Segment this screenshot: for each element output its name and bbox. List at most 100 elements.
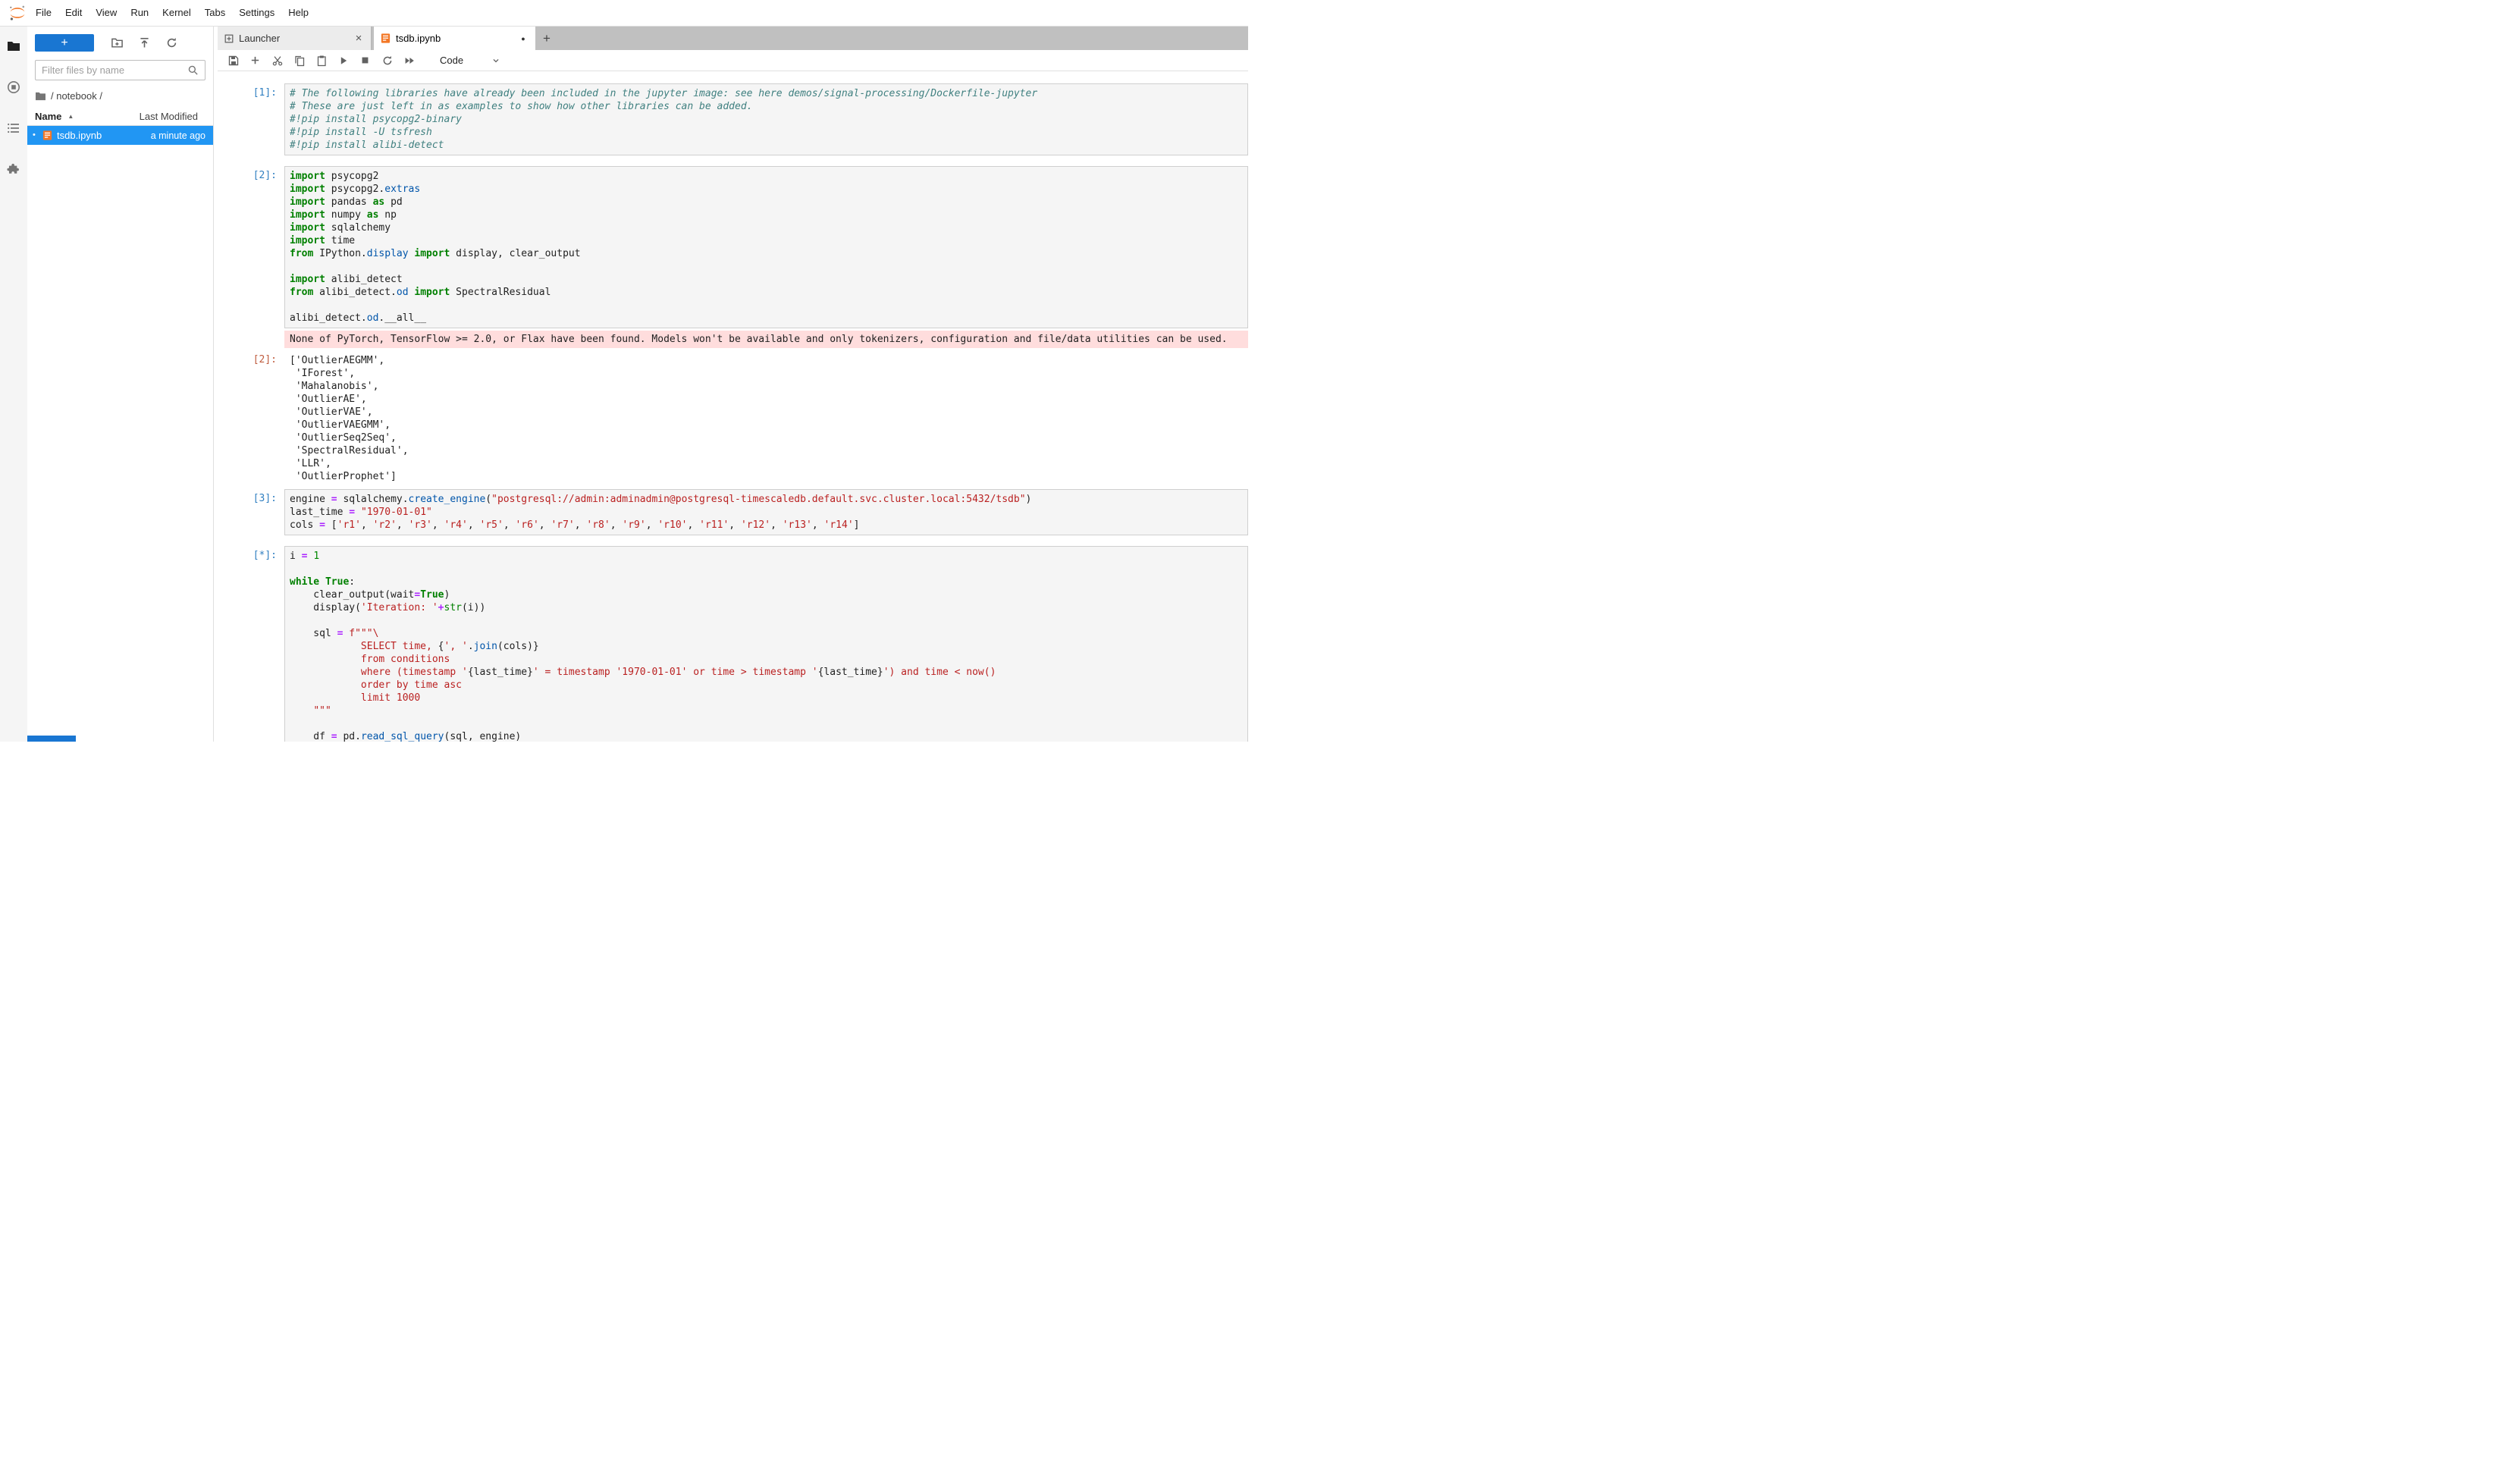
code-line: # These are just left in as examples to … <box>290 100 1243 113</box>
activity-bar <box>0 27 27 742</box>
output-line: 'OutlierVAE', <box>290 406 1244 419</box>
paste-cells-button[interactable] <box>310 51 332 71</box>
code-line: import time <box>290 234 1243 247</box>
column-header-last-modified[interactable]: Last Modified <box>140 111 205 122</box>
tab-notebook[interactable]: tsdb.ipynb ● <box>374 27 535 50</box>
output-line: 'IForest', <box>290 367 1244 380</box>
table-of-contents-icon <box>6 121 21 136</box>
sidebar-extensions[interactable] <box>5 160 23 178</box>
run-cell-button[interactable] <box>332 51 354 71</box>
sidebar-table-of-contents[interactable] <box>5 119 23 137</box>
code-line: cols = ['r1', 'r2', 'r3', 'r4', 'r5', 'r… <box>290 519 1243 532</box>
home-folder-icon <box>35 91 46 101</box>
workspace: Launcher × tsdb.ipynb ● + <box>214 27 1248 742</box>
open-file-dot: • <box>33 126 42 145</box>
output-line: 'Mahalanobis', <box>290 380 1244 393</box>
menu-run[interactable]: Run <box>124 0 155 26</box>
code-line: import numpy as np <box>290 209 1243 221</box>
sidebar-running-kernels[interactable] <box>5 78 23 96</box>
restart-kernel-button[interactable] <box>376 51 398 71</box>
copy-cells-button[interactable] <box>288 51 310 71</box>
sidebar-file-browser[interactable] <box>5 37 23 55</box>
status-bar-fragment <box>27 736 76 742</box>
code-cell: [*]:i = 1 while True: clear_output(wait=… <box>218 546 1248 742</box>
puzzle-icon <box>7 162 21 177</box>
launcher-icon <box>224 33 234 44</box>
close-tab-icon[interactable]: × <box>353 32 365 45</box>
code-line: from alibi_detect.od import SpectralResi… <box>290 286 1243 299</box>
output-line: 'OutlierAE', <box>290 393 1244 406</box>
code-line: SELECT time, {', '.join(cols)} <box>290 640 1243 653</box>
upload-icon <box>138 36 151 49</box>
cell-editor[interactable]: import psycopg2import psycopg2.extrasimp… <box>284 166 1248 328</box>
code-line: engine = sqlalchemy.create_engine("postg… <box>290 493 1243 506</box>
fast-forward-icon <box>403 55 416 67</box>
menu-tabs[interactable]: Tabs <box>198 0 232 26</box>
plus-icon <box>249 55 261 66</box>
chevron-down-icon <box>491 55 501 66</box>
cut-cells-button[interactable] <box>266 51 288 71</box>
code-line: #!pip install -U tsfresh <box>290 126 1243 139</box>
breadcrumb[interactable]: / notebook / <box>27 87 213 104</box>
interrupt-kernel-button[interactable] <box>354 51 376 71</box>
menu-settings[interactable]: Settings <box>232 0 281 26</box>
filter-files-box <box>35 60 205 80</box>
cell-editor[interactable]: i = 1 while True: clear_output(wait=True… <box>284 546 1248 742</box>
output-line: 'OutlierSeq2Seq', <box>290 431 1244 444</box>
file-row[interactable]: •tsdb.ipynba minute ago <box>27 126 213 145</box>
save-icon <box>227 55 240 67</box>
jupyter-logo-icon <box>8 4 27 22</box>
unsaved-changes-dot[interactable]: ● <box>517 35 529 42</box>
new-folder-button[interactable] <box>103 33 130 52</box>
code-line: import psycopg2 <box>290 170 1243 183</box>
cell-editor[interactable]: # The following libraries have already b… <box>284 83 1248 155</box>
insert-cell-button[interactable] <box>244 51 266 71</box>
code-line: while True: <box>290 576 1243 588</box>
notebook-icon <box>380 33 391 44</box>
code-line: i = 1 <box>290 550 1243 563</box>
cell-prompt <box>218 331 284 348</box>
code-line: import alibi_detect <box>290 273 1243 286</box>
output-line: ['OutlierAEGMM', <box>290 354 1244 367</box>
code-line: """ <box>290 704 1243 717</box>
file-modified: a minute ago <box>151 130 205 141</box>
file-list: •tsdb.ipynba minute ago <box>27 126 213 742</box>
code-cell: [3]: engine = sqlalchemy.create_engine("p… <box>218 489 1248 535</box>
file-icon-wrap <box>42 130 57 142</box>
refresh-icon <box>165 36 178 49</box>
new-tab-button[interactable]: + <box>535 27 558 50</box>
output-line: 'LLR', <box>290 457 1244 470</box>
cell-prompt: [3]: <box>218 489 284 535</box>
file-list-header[interactable]: Name ▲ Last Modified <box>27 107 213 126</box>
column-header-name[interactable]: Name <box>35 111 61 122</box>
cell-editor[interactable]: engine = sqlalchemy.create_engine("postg… <box>284 489 1248 535</box>
code-line: from IPython.display import display, cle… <box>290 247 1243 260</box>
upload-button[interactable] <box>130 33 158 52</box>
code-line: sql = f"""\ <box>290 627 1243 640</box>
code-line: #!pip install psycopg2-binary <box>290 113 1243 126</box>
stderr-output: None of PyTorch, TensorFlow >= 2.0, or F… <box>218 331 1248 348</box>
output-line: 'SpectralResidual', <box>290 444 1244 457</box>
save-button[interactable] <box>222 51 244 71</box>
scissors-icon <box>271 55 284 67</box>
filter-files-input[interactable] <box>42 64 187 76</box>
code-line <box>290 614 1243 627</box>
cell-prompt: [2]: <box>218 166 284 328</box>
menu-file[interactable]: File <box>29 0 58 26</box>
menu-edit[interactable]: Edit <box>58 0 89 26</box>
new-launcher-button[interactable]: + <box>35 34 94 52</box>
code-line: df = pd.read_sql_query(sql, engine) <box>290 730 1243 742</box>
menu-kernel[interactable]: Kernel <box>155 0 198 26</box>
output-line: 'OutlierProphet'] <box>290 470 1244 483</box>
code-line: #!pip install alibi-detect <box>290 139 1243 152</box>
code-line: last_time = "1970-01-01" <box>290 506 1243 519</box>
restart-run-all-button[interactable] <box>398 51 420 71</box>
menu-help[interactable]: Help <box>281 0 315 26</box>
menubar-items: FileEditViewRunKernelTabsSettingsHelp <box>29 0 315 26</box>
tab-launcher[interactable]: Launcher × <box>218 27 372 50</box>
main-row: + <box>0 27 1248 742</box>
menu-view[interactable]: View <box>89 0 124 26</box>
refresh-file-list-button[interactable] <box>158 33 185 52</box>
search-icon <box>187 64 199 76</box>
cell-type-dropdown[interactable]: Code <box>432 53 509 67</box>
